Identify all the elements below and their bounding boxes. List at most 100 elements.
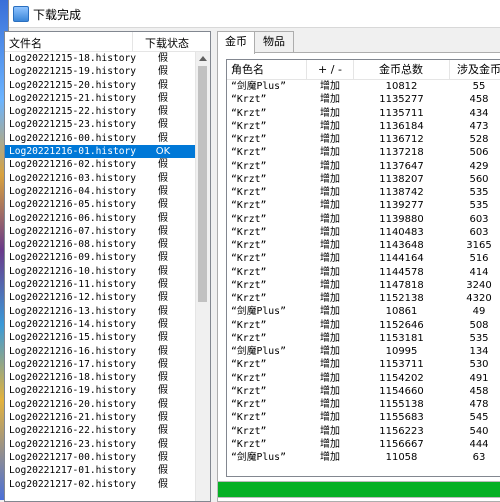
change-type: 增加 bbox=[320, 147, 340, 159]
change-type: 增加 bbox=[320, 452, 340, 463]
gold-amount: 545 bbox=[469, 412, 489, 424]
file-list-item[interactable]: Log20221216-03.history 假 bbox=[5, 172, 195, 185]
table-row[interactable]: “Krzt” 增加 1138207 560 bbox=[227, 173, 500, 186]
table-row[interactable]: “Krzt” 增加 1154660 458 bbox=[227, 385, 500, 398]
file-list-item[interactable]: Log20221216-13.history 假 bbox=[5, 305, 195, 318]
file-list-item[interactable]: Log20221216-20.history 假 bbox=[5, 398, 195, 411]
table-row[interactable]: “Krzt” 增加 1147818 3240 bbox=[227, 279, 500, 292]
table-row[interactable]: “Krzt” 增加 1135711 434 bbox=[227, 107, 500, 120]
file-list-item[interactable]: Log20221216-07.history 假 bbox=[5, 225, 195, 238]
gold-amount: 434 bbox=[469, 107, 489, 119]
file-list-item[interactable]: Log20221216-09.history 假 bbox=[5, 251, 195, 264]
file-list-item[interactable]: Log20221216-01.history OK bbox=[5, 145, 195, 159]
file-list-item[interactable]: Log20221216-04.history 假 bbox=[5, 185, 195, 198]
table-row[interactable]: “Krzt” 增加 1137647 429 bbox=[227, 160, 500, 173]
table-row[interactable]: “Krzt” 增加 1152646 508 bbox=[227, 319, 500, 332]
file-list-item[interactable]: Log20221215-18.history 假 bbox=[5, 52, 195, 65]
table-row[interactable]: “Krzt” 增加 1135277 458 bbox=[227, 93, 500, 106]
table-row[interactable]: “Krzt” 增加 1153181 535 bbox=[227, 332, 500, 345]
change-type: 增加 bbox=[320, 346, 340, 357]
table-row[interactable]: “Krzt” 增加 1155683 545 bbox=[227, 411, 500, 424]
gold-total: 1139277 bbox=[379, 200, 424, 212]
gold-total: 1143648 bbox=[379, 240, 424, 251]
table-row[interactable]: “Krzt” 增加 1154202 491 bbox=[227, 372, 500, 385]
file-list-item[interactable]: Log20221216-22.history 假 bbox=[5, 424, 195, 437]
gold-table[interactable]: 角色名 + / - 金币总数 涉及金币 “剑魔Plus” 增加 10812 55 “Kr… bbox=[226, 59, 500, 477]
file-list-item[interactable]: Log20221216-18.history 假 bbox=[5, 371, 195, 384]
column-header-status[interactable]: 下载状态 bbox=[145, 35, 189, 51]
file-list-item[interactable]: Log20221216-14.history 假 bbox=[5, 318, 195, 331]
column-header-total[interactable]: 金币总数 bbox=[353, 60, 450, 79]
download-status: 假 bbox=[158, 345, 168, 357]
column-header-change[interactable]: + / - bbox=[307, 60, 354, 79]
file-list-item[interactable]: Log20221216-19.history 假 bbox=[5, 384, 195, 397]
character-name: “剑魔Plus” bbox=[231, 306, 286, 318]
file-list-item[interactable]: Log20221216-21.history 假 bbox=[5, 411, 195, 424]
table-row[interactable]: “Krzt” 增加 1152138 4320 bbox=[227, 292, 500, 305]
file-name: Log20221216-12.history bbox=[9, 292, 137, 304]
column-header-filename[interactable]: 文件名 bbox=[9, 35, 42, 51]
change-type: 增加 bbox=[320, 372, 340, 384]
vertical-scrollbar[interactable] bbox=[195, 52, 210, 501]
file-list-item[interactable]: Log20221216-10.history 假 bbox=[5, 265, 195, 278]
download-status: 假 bbox=[158, 252, 168, 264]
character-name: “剑魔Plus” bbox=[231, 452, 286, 463]
table-row[interactable]: “Krzt” 增加 1155138 478 bbox=[227, 398, 500, 411]
file-list-item[interactable]: Log20221216-00.history 假 bbox=[5, 132, 195, 145]
file-list-item[interactable]: Log20221216-12.history 假 bbox=[5, 291, 195, 304]
download-status: 假 bbox=[158, 398, 168, 410]
file-list-item[interactable]: Log20221216-05.history 假 bbox=[5, 198, 195, 211]
tab-items[interactable]: 物品 bbox=[254, 31, 294, 52]
tab-gold[interactable]: 金币 bbox=[217, 31, 255, 54]
file-list-item[interactable]: Log20221217-01.history 假 bbox=[5, 464, 195, 477]
table-row[interactable]: “Krzt” 增加 1139880 603 bbox=[227, 213, 500, 226]
table-row[interactable]: “Krzt” 增加 1136712 528 bbox=[227, 133, 500, 146]
file-list-item[interactable]: Log20221216-16.history 假 bbox=[5, 345, 195, 358]
change-type: 增加 bbox=[320, 266, 340, 278]
file-name: Log20221215-23.history bbox=[9, 119, 137, 131]
file-list[interactable]: 文件名 下载状态 Log20221215-18.history 假 Log20221… bbox=[4, 31, 211, 502]
table-row[interactable]: “Krzt” 增加 1137218 506 bbox=[227, 146, 500, 159]
file-list-item[interactable]: Log20221216-23.history 假 bbox=[5, 438, 195, 451]
table-row[interactable]: “剑魔Plus” 增加 10861 49 bbox=[227, 305, 500, 318]
download-status: 假 bbox=[158, 478, 168, 490]
table-row[interactable]: “Krzt” 增加 1144578 414 bbox=[227, 266, 500, 279]
file-list-item[interactable]: Log20221215-19.history 假 bbox=[5, 65, 195, 78]
file-list-item[interactable]: Log20221216-17.history 假 bbox=[5, 358, 195, 371]
file-list-item[interactable]: Log20221216-02.history 假 bbox=[5, 158, 195, 171]
progress-fill bbox=[218, 482, 500, 497]
file-list-item[interactable]: Log20221215-20.history 假 bbox=[5, 79, 195, 92]
gold-total: 1156667 bbox=[379, 438, 424, 450]
table-row[interactable]: “Krzt” 增加 1140483 603 bbox=[227, 226, 500, 239]
table-row[interactable]: “Krzt” 增加 1136184 473 bbox=[227, 120, 500, 133]
download-status: 假 bbox=[158, 172, 168, 184]
table-row[interactable]: “剑魔Plus” 增加 10812 55 bbox=[227, 80, 500, 93]
file-list-header: 文件名 下载状态 bbox=[5, 32, 210, 52]
file-list-item[interactable]: Log20221215-22.history 假 bbox=[5, 105, 195, 118]
table-row[interactable]: “Krzt” 增加 1156667 444 bbox=[227, 438, 500, 451]
table-row[interactable]: “剑魔Plus” 增加 11058 63 bbox=[227, 451, 500, 464]
file-list-item[interactable]: Log20221217-00.history 假 bbox=[5, 451, 195, 464]
table-row[interactable]: “Krzt” 增加 1156223 540 bbox=[227, 425, 500, 438]
column-header-amount[interactable]: 涉及金币 bbox=[449, 60, 500, 79]
table-row[interactable]: “剑魔Plus” 增加 10995 134 bbox=[227, 345, 500, 358]
file-list-item[interactable]: Log20221217-02.history 假 bbox=[5, 478, 195, 491]
file-list-item[interactable]: Log20221215-21.history 假 bbox=[5, 92, 195, 105]
file-list-item[interactable]: Log20221216-11.history 假 bbox=[5, 278, 195, 291]
table-row[interactable]: “Krzt” 增加 1153711 530 bbox=[227, 358, 500, 371]
table-row[interactable]: “Krzt” 增加 1143648 3165 bbox=[227, 239, 500, 252]
file-name: Log20221216-09.history bbox=[9, 252, 137, 264]
file-list-item[interactable]: Log20221216-08.history 假 bbox=[5, 238, 195, 251]
scrollbar-thumb[interactable] bbox=[198, 66, 207, 302]
file-list-item[interactable]: Log20221216-06.history 假 bbox=[5, 212, 195, 225]
download-status: 假 bbox=[158, 451, 168, 463]
table-row[interactable]: “Krzt” 增加 1144164 516 bbox=[227, 252, 500, 265]
scroll-up-arrow-icon[interactable] bbox=[199, 56, 207, 61]
gold-total: 1138207 bbox=[379, 173, 424, 185]
table-row[interactable]: “Krzt” 增加 1138742 535 bbox=[227, 186, 500, 199]
table-row[interactable]: “Krzt” 增加 1139277 535 bbox=[227, 199, 500, 212]
file-list-item[interactable]: Log20221215-23.history 假 bbox=[5, 118, 195, 131]
column-header-character[interactable]: 角色名 bbox=[227, 60, 307, 79]
gold-amount: 516 bbox=[469, 253, 489, 265]
file-list-item[interactable]: Log20221216-15.history 假 bbox=[5, 331, 195, 344]
